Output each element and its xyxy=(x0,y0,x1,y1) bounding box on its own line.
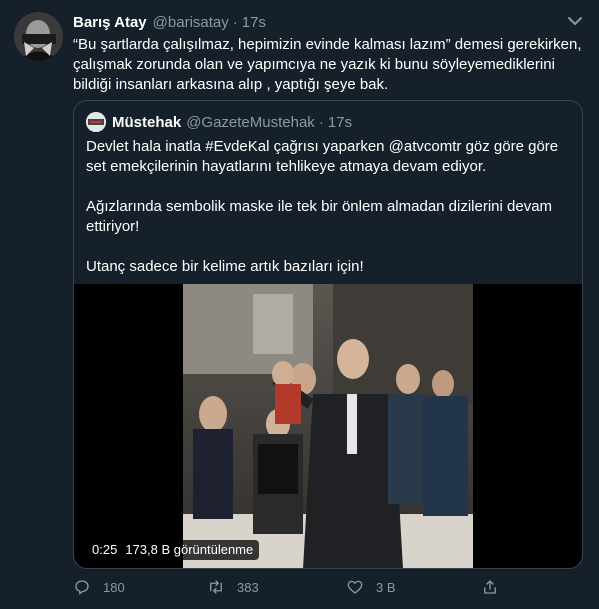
tweet-card[interactable]: Barış Atay @barisatay · 17s “Bu şartlard… xyxy=(0,0,599,609)
like-icon xyxy=(347,580,363,594)
author-avatar[interactable] xyxy=(14,12,63,61)
tweet-header: Barış Atay @barisatay · 17s xyxy=(73,12,266,32)
tweet-timestamp[interactable]: 17s xyxy=(242,14,266,31)
video-overlay-badge: 0:25 173,8 B görüntülenme xyxy=(86,540,260,560)
author-handle[interactable]: @barisatay xyxy=(153,14,229,31)
author-name[interactable]: Barış Atay xyxy=(73,14,147,31)
video-player[interactable]: 0:25 173,8 B görüntülenme xyxy=(74,284,582,568)
separator-dot: · xyxy=(318,113,324,131)
tweet-text: “Bu şartlarda çalışılmaz, hepimizin evin… xyxy=(73,36,582,93)
separator-dot: · xyxy=(232,13,238,31)
quoted-paragraph: Devlet hala inatla #EvdeKal çağrısı yapa… xyxy=(86,138,559,175)
share-button[interactable] xyxy=(481,578,499,596)
avatar-image xyxy=(14,12,63,61)
video-views: 173,8 B görüntülenme xyxy=(125,542,254,557)
reply-icon xyxy=(75,580,89,595)
retweet-button[interactable]: 383 xyxy=(207,578,259,596)
retweet-icon xyxy=(210,580,222,594)
quoted-author-name: Müstehak xyxy=(112,113,182,131)
like-count: 3 B xyxy=(376,579,396,595)
quoted-paragraph: Ağızlarında sembolik maske ile tek bir ö… xyxy=(86,198,553,235)
quoted-tweet[interactable]: Müstehak @GazeteMustehak · 17s Devlet ha… xyxy=(73,100,583,569)
video-duration: 0:25 xyxy=(92,542,118,557)
quoted-tweet-header: Müstehak @GazeteMustehak · 17s xyxy=(86,112,352,132)
share-icon xyxy=(484,580,496,594)
like-button[interactable]: 3 B xyxy=(346,578,396,596)
caret-down-icon[interactable] xyxy=(566,12,584,30)
quoted-author-avatar xyxy=(86,112,106,132)
video-frame xyxy=(183,284,473,568)
tweet-actions: 180 383 3 B xyxy=(73,578,523,602)
quoted-paragraph: Utanç sadece bir kelime artık bazıları i… xyxy=(86,258,364,275)
reply-count: 180 xyxy=(103,579,125,595)
quoted-timestamp: 17s xyxy=(327,113,352,131)
quoted-author-handle: @GazeteMustehak xyxy=(186,113,315,131)
retweet-count: 383 xyxy=(237,579,259,595)
quoted-tweet-text: Devlet hala inatla #EvdeKal çağrısı yapa… xyxy=(86,137,566,297)
reply-button[interactable]: 180 xyxy=(73,578,125,596)
